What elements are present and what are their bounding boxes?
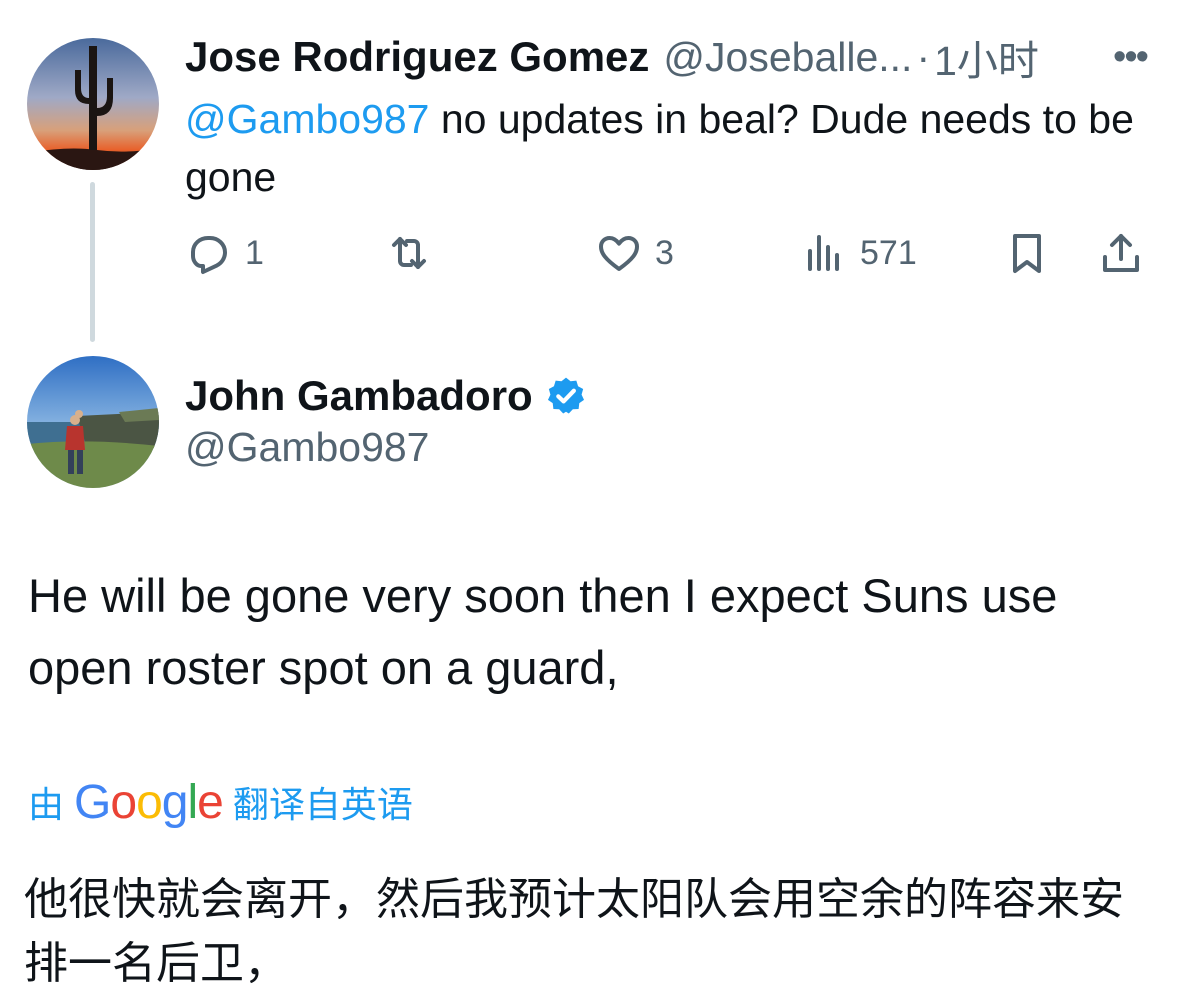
verified-badge-icon[interactable]	[545, 375, 587, 417]
avatar-cliffs-photo	[27, 356, 159, 488]
translation-attribution[interactable]: 由 Google 翻译自英语	[28, 774, 413, 830]
avatar-jose[interactable]	[27, 38, 159, 170]
tweet-text: He will be gone very soon then I expect …	[28, 569, 1058, 694]
translation-suffix: 翻译自英语	[232, 784, 413, 825]
author-name[interactable]: John Gambadoro	[185, 372, 533, 420]
reply-timestamp[interactable]: 1小时	[934, 32, 1039, 82]
google-letter: g	[161, 775, 189, 829]
share-icon	[1103, 234, 1139, 272]
reply-mention-link[interactable]: @Gambo987	[185, 96, 429, 142]
google-letter: G	[74, 775, 111, 829]
views-icon	[808, 235, 839, 271]
reply-header: Jose Rodriguez Gomez @Joseballe... · 1小时	[185, 32, 1165, 82]
google-logo: Google	[74, 775, 224, 830]
reply-button[interactable]: 1	[185, 222, 264, 284]
retweet-icon	[392, 237, 426, 269]
translation-prefix: 由	[28, 784, 65, 825]
thread-connector-line	[90, 182, 95, 342]
like-count: 3	[655, 233, 674, 272]
reply-count: 1	[245, 233, 264, 272]
google-letter: o	[110, 775, 137, 829]
google-letter: e	[197, 775, 224, 829]
google-letter: l	[187, 775, 198, 829]
reply-action-bar: 1 3 571	[185, 222, 1150, 284]
reply-author-handle[interactable]: @Joseballe...	[663, 34, 912, 81]
views-button[interactable]: 571	[800, 222, 917, 284]
bookmark-button[interactable]	[1003, 222, 1051, 284]
tweet-thread: Jose Rodriguez Gomez @Joseballe... · 1小时…	[0, 0, 1179, 1006]
bookmark-icon	[1013, 234, 1041, 273]
author-handle[interactable]: @Gambo987	[185, 424, 429, 471]
author-row: John Gambadoro	[185, 368, 587, 424]
avatar-cactus-sunset-image	[27, 38, 159, 170]
reply-separator: ·	[916, 33, 931, 80]
like-button[interactable]: 3	[595, 222, 674, 284]
retweet-button[interactable]	[385, 222, 445, 284]
reply-text: @Gambo987 no updates in beal? Dude needs…	[185, 90, 1165, 206]
reply-icon	[191, 236, 227, 274]
avatar-john[interactable]	[27, 356, 159, 488]
share-button[interactable]	[1097, 222, 1145, 284]
more-icon[interactable]: •••	[1100, 32, 1160, 82]
reply-author-name[interactable]: Jose Rodriguez Gomez	[185, 33, 649, 81]
google-letter: o	[136, 775, 163, 829]
views-count: 571	[860, 233, 917, 272]
translated-text: 他很快就会离开，然后我预计太阳队会用空余的阵容来安排一名后卫，	[24, 874, 1124, 989]
like-icon	[599, 236, 639, 271]
